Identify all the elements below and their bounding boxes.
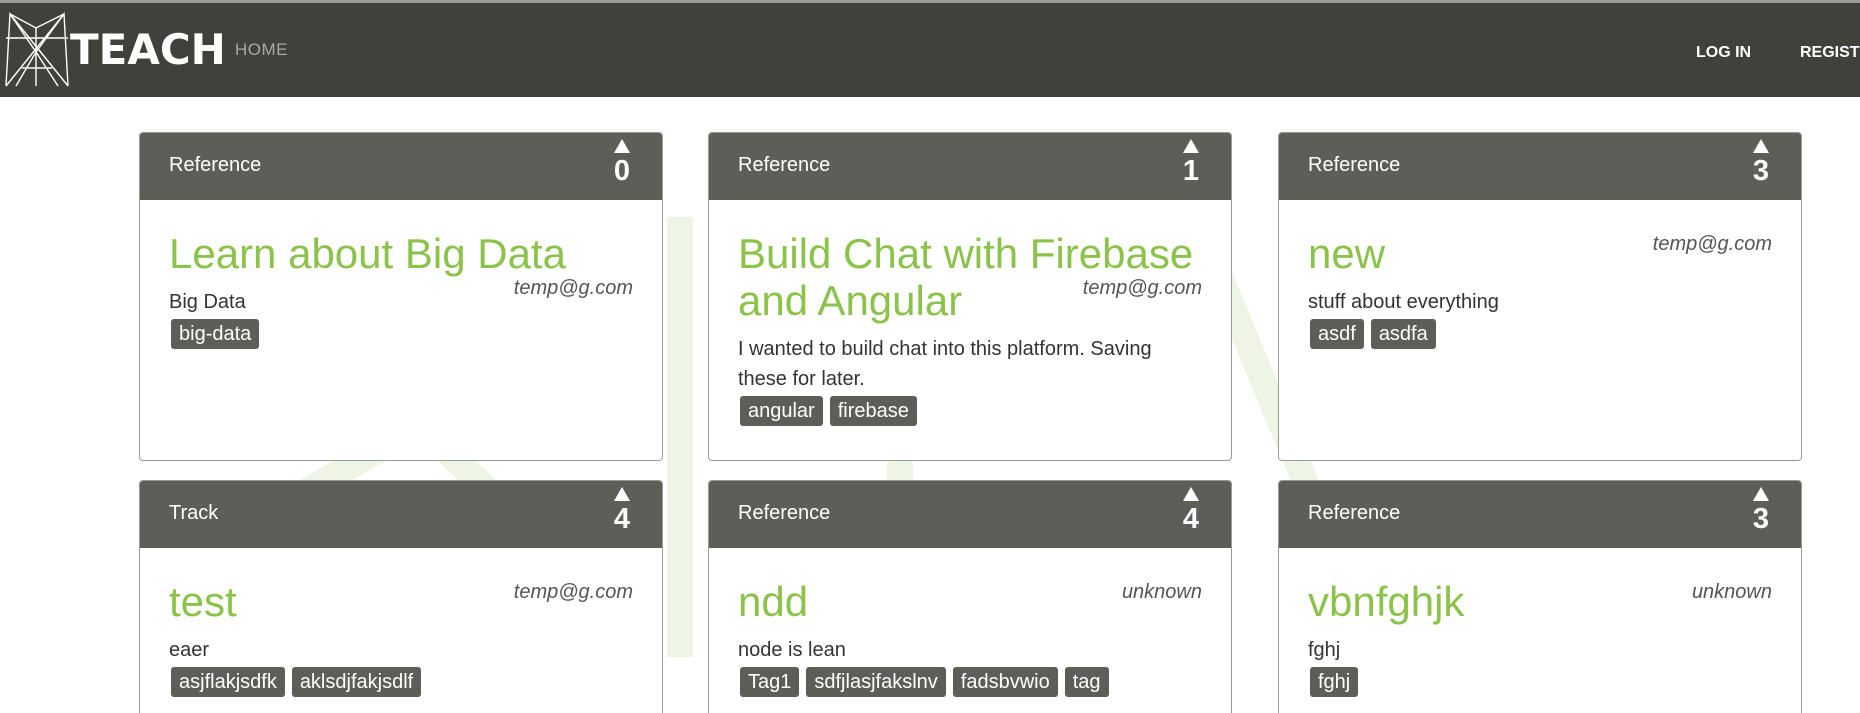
tag-chip[interactable]: aklsdjfakjsdlf	[291, 667, 422, 697]
card-body: vbnfghjk unknown fghj fghj	[1279, 548, 1801, 702]
upvote-arrow-icon	[1753, 487, 1769, 501]
card-header: Reference 3	[1279, 481, 1801, 548]
card-tags: big-data	[169, 319, 633, 354]
card-header: Reference 3	[1279, 133, 1801, 200]
card-type-label: Track	[169, 502, 219, 524]
card-author: unknown	[1121, 581, 1202, 603]
tag-chip[interactable]: firebase	[829, 396, 917, 426]
nav-register-link[interactable]: REGISTER	[1800, 44, 1860, 62]
card-author: temp@g.com	[513, 581, 633, 603]
card-description: eaer	[169, 639, 210, 661]
card-title-link[interactable]: Build Chat with Firebase	[738, 230, 1202, 277]
upvote-arrow-icon	[614, 487, 630, 501]
card-body: Learn about Big Data temp@g.com Big Data…	[140, 200, 662, 354]
card-description: I wanted to build chat into this platfor…	[738, 338, 1152, 390]
card-description: stuff about everything	[1308, 291, 1499, 313]
card-body: test temp@g.com eaer asjflakjsdfk aklsdj…	[140, 548, 662, 702]
card-header: Reference 4	[709, 481, 1231, 548]
card-body: new temp@g.com stuff about everything as…	[1279, 200, 1801, 354]
card-tags: Tag1 sdfjlasjfakslnv fadsbvwio tag	[738, 667, 1202, 702]
upvote-button[interactable]: 4	[1179, 487, 1203, 536]
tag-chip[interactable]: fadsbvwio	[952, 667, 1058, 697]
resource-card: Reference 0 Learn about Big Data temp@g.…	[139, 132, 663, 461]
card-type-label: Reference	[738, 154, 831, 176]
vote-count: 3	[1752, 155, 1770, 187]
resource-card: Reference 3 vbnfghjk unknown fghj fghj	[1278, 480, 1802, 713]
tag-chip[interactable]: tag	[1064, 667, 1109, 697]
upvote-arrow-icon	[614, 139, 630, 153]
card-author: unknown	[1691, 581, 1772, 603]
resource-card: Track 4 test temp@g.com eaer asjflakjsdf…	[139, 480, 663, 713]
card-body: Build Chat with Firebase and Angular tem…	[709, 200, 1231, 431]
upvote-arrow-icon	[1753, 139, 1769, 153]
upvote-button[interactable]: 1	[1179, 139, 1203, 188]
card-type-label: Reference	[738, 502, 831, 524]
card-tags: angular firebase	[738, 396, 1202, 431]
tag-chip[interactable]: Tag1	[740, 667, 800, 697]
card-body: ndd unknown node is lean Tag1 sdfjlasjfa…	[709, 548, 1231, 702]
resource-card: Reference 4 ndd unknown node is lean Tag…	[708, 480, 1232, 713]
vote-count: 4	[613, 503, 631, 535]
upvote-button[interactable]: 3	[1749, 487, 1773, 536]
tag-chip[interactable]: big-data	[171, 319, 260, 349]
tag-chip[interactable]: asdf	[1310, 319, 1364, 349]
tag-chip[interactable]: asjflakjsdfk	[171, 667, 285, 697]
resource-card: Reference 3 new temp@g.com stuff about e…	[1278, 132, 1802, 461]
vote-count: 4	[1182, 503, 1200, 535]
nav-login-link[interactable]: LOG IN	[1696, 44, 1751, 62]
resource-card: Reference 1 Build Chat with Firebase and…	[708, 132, 1232, 461]
card-description: fghj	[1308, 639, 1341, 661]
card-type-label: Reference	[1308, 154, 1401, 176]
nav-home-link[interactable]: HOME	[235, 40, 288, 60]
card-tags: asjflakjsdfk aklsdjfakjsdlf	[169, 667, 633, 702]
tag-chip[interactable]: sdfjlasjfakslnv	[806, 667, 946, 697]
upvote-arrow-icon	[1183, 487, 1199, 501]
upvote-button[interactable]: 4	[610, 487, 634, 536]
vote-count: 3	[1752, 503, 1770, 535]
vote-count: 0	[613, 155, 631, 187]
card-type-label: Reference	[1308, 502, 1401, 524]
card-header: Track 4	[140, 481, 662, 548]
tag-chip[interactable]: asdfa	[1370, 319, 1436, 349]
card-header: Reference 1	[709, 133, 1231, 200]
card-author: temp@g.com	[513, 277, 633, 299]
wireframe-m-logo-icon	[5, 11, 69, 87]
card-title-link[interactable]: Learn about Big Data	[169, 230, 633, 277]
vote-count: 1	[1182, 155, 1200, 187]
card-author: temp@g.com	[1082, 277, 1202, 299]
card-description: node is lean	[738, 639, 846, 661]
tag-chip[interactable]: angular	[740, 396, 823, 426]
upvote-arrow-icon	[1183, 139, 1199, 153]
card-type-label: Reference	[169, 154, 262, 176]
brand-name: TEACH	[70, 24, 226, 74]
card-tags: fghj	[1308, 667, 1772, 702]
upvote-button[interactable]: 3	[1749, 139, 1773, 188]
card-author: temp@g.com	[1652, 233, 1772, 255]
card-tags: asdf asdfa	[1308, 319, 1772, 354]
tag-chip[interactable]: fghj	[1310, 667, 1359, 697]
brand-logo[interactable]: TEACH	[2, 8, 226, 90]
navbar-top-border	[0, 0, 1860, 3]
upvote-button[interactable]: 0	[610, 139, 634, 188]
card-header: Reference 0	[140, 133, 662, 200]
top-navbar: TEACH HOME LOG IN REGISTER	[0, 0, 1860, 97]
